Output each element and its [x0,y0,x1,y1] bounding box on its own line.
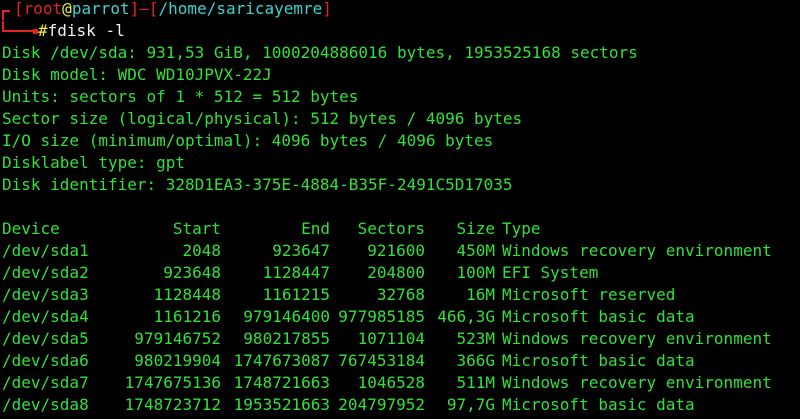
cell-size: 16M [466,285,495,304]
prompt-path: /home/saricayemre [158,0,323,18]
disk-info-line: Disklabel type: gpt [2,153,186,172]
cell-type: Microsoft basic data [502,307,695,326]
cell-device: /dev/sda7 [2,373,89,392]
disk-info-line: Sector size (logical/physical): 512 byte… [2,109,523,128]
table-row: /dev/sda7 1747675136 1748721663 1046528 511M… [2,372,800,394]
cell-start: 979146752 [134,329,221,348]
prompt-at: @ [62,0,72,18]
cell-end: 1128447 [262,263,330,282]
table-row: /dev/sda5 979146752 980217855 1071104 523M Wi… [2,328,800,350]
cell-end: 1161215 [262,285,330,304]
cell-type: Windows recovery environment [502,373,772,392]
table-row: /dev/sda1 2048 923647 921600 450M Windows rec… [2,240,800,262]
cell-size: 366G [456,351,495,370]
table-row: /dev/sda6 980219904 1747673087 767453184 366… [2,350,800,372]
header-type: Type [502,219,541,238]
cell-start: 2048 [182,241,221,260]
cell-device: /dev/sda6 [2,351,89,370]
cell-sectors: 767453184 [338,351,425,370]
cell-type: Microsoft basic data [502,395,695,414]
cell-sectors: 204797952 [338,395,425,414]
cell-size: 97,7G [446,395,495,414]
disk-info-line: Units: sectors of 1 * 512 = 512 bytes [2,87,359,106]
disk-info-line: I/O size (minimum/optimal): 4096 bytes /… [2,131,494,150]
cell-sectors: 204800 [367,263,425,282]
disk-info-line: Disk model: WDC WD10JPVX-22J [2,65,272,84]
cell-end: 979146400 [243,307,330,326]
prompt-bracket-open: [ [14,0,24,18]
cell-end: 923647 [272,241,330,260]
cell-size: 466,3G [437,307,495,326]
table-header-row: Device Start End Sectors Size Type [2,218,800,240]
disk-info-line: Disk identifier: 328D1EA3-375E-4884-B35F… [2,175,513,194]
header-start: Start [172,219,221,238]
prompt-line: [root@parrot]—[/home/saricayemre] [2,0,800,20]
cell-end: 1748721663 [233,373,330,392]
cell-start: 923648 [163,263,221,282]
cell-type: Windows recovery environment [502,241,772,260]
prompt-path-close: ] [322,0,332,18]
cell-type: EFI System [502,263,599,282]
prompt-user: root [23,0,63,18]
cell-end: 980217855 [243,329,330,348]
cell-sectors: 1046528 [357,373,425,392]
cell-start: 1747675136 [124,373,221,392]
cell-device: /dev/sda3 [2,285,89,304]
table-row: /dev/sda2 923648 1128447 204800 100M EFI Syst… [2,262,800,284]
cell-size: 511M [456,373,495,392]
prompt-bracket-close: ] [129,0,140,18]
table-row: /dev/sda8 1748723712 1953521663 204797952 97… [2,394,800,416]
cell-end: 1953521663 [233,395,330,414]
cell-type: Windows recovery environment [502,329,772,348]
header-sectors: Sectors [357,219,425,238]
cell-size: 100M [456,263,495,282]
cell-type: Microsoft reserved [502,285,676,304]
header-device: Device [2,219,60,238]
command-text: fdisk -l [47,21,125,40]
prompt-dash: — [139,0,149,18]
disk-info-line: Disk /dev/sda: 931,53 GiB, 1000204886016… [2,43,638,62]
cell-size: 523M [456,329,495,348]
terminal-output[interactable]: [root@parrot]—[/home/saricayemre] #fdisk… [2,0,800,416]
cell-size: 450M [456,241,495,260]
prompt-corner-bottom [2,21,38,34]
header-end: End [301,219,330,238]
cell-start: 980219904 [134,351,221,370]
cell-sectors: 921600 [367,241,425,260]
cell-end: 1747673087 [233,351,330,370]
cell-start: 1748723712 [124,395,221,414]
command-line: #fdisk -l [2,20,800,42]
cell-sectors: 32768 [376,285,425,304]
cell-sectors: 977985185 [338,307,425,326]
cell-device: /dev/sda5 [2,329,89,348]
table-row: /dev/sda3 1128448 1161215 32768 16M Microsoft… [2,284,800,306]
prompt-hash: # [38,21,48,40]
cell-type: Microsoft basic data [502,351,695,370]
cell-device: /dev/sda8 [2,395,89,414]
header-size: Size [456,219,495,238]
partition-table: /dev/sda1 2048 923647 921600 450M Windows rec… [2,240,800,416]
table-row: /dev/sda4 1161216 979146400 977985185 466,3G… [2,306,800,328]
prompt-path-open: [ [148,0,159,18]
cell-start: 1128448 [153,285,221,304]
prompt-corner-top [2,10,10,20]
cell-start: 1161216 [153,307,221,326]
prompt-host: parrot [71,0,130,18]
cell-device: /dev/sda2 [2,263,89,282]
cell-device: /dev/sda1 [2,241,89,260]
cell-sectors: 1071104 [357,329,425,348]
cell-device: /dev/sda4 [2,307,89,326]
